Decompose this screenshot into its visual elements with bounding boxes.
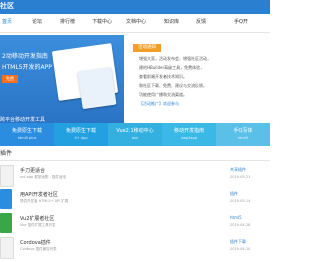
- tile-title: 免费原生下载: [65, 128, 96, 134]
- list-item[interactable]: Vu2扩展者社区 Vue 插件扩展工具开发 html5 2019-04-28: [0, 211, 270, 235]
- list-item[interactable]: 用API开发者社区 提供开发者 HTML5+ API 扩展 插件 2019-05…: [0, 187, 270, 211]
- logo-text: 社区: [0, 2, 14, 10]
- tile-sub: html5 plus: [17, 136, 37, 140]
- tile-sub: mui: [131, 136, 139, 140]
- item-link[interactable]: 插件下载: [230, 239, 246, 245]
- promo-line-6[interactable]: 【活动推广】欢迎参与: [139, 101, 179, 107]
- item-sub: Cordova 插件兼容列表: [20, 247, 57, 251]
- item-sub: uni-app 框架适配 - 插件适用: [20, 175, 66, 179]
- item-date: 2019-05-21: [230, 175, 251, 179]
- promo-panel: 活动通知 增强大家，活动发布会，增强社区活动， 建的HBuilder高级工具，免…: [126, 44, 270, 128]
- device-illustration-2: [77, 66, 117, 110]
- banner-footer: 跨平台移动开发工具: [0, 117, 46, 123]
- promo-line-1: 增强大家，活动发布会，增强社区活动，: [139, 56, 211, 61]
- tile-2[interactable]: 免费原生下载 5+ App: [54, 123, 108, 146]
- main-nav: 首页 论坛 排行榜 下载中心 文档中心 知识库 反馈 手Q开: [0, 14, 270, 33]
- nav-knowledge[interactable]: 知识库: [164, 18, 179, 25]
- nav-home[interactable]: 首页: [2, 18, 12, 25]
- tile-4[interactable]: 移动开发指南 wap2app: [162, 123, 216, 146]
- nav-forum[interactable]: 论坛: [32, 18, 42, 25]
- tile-title: 免费原生下载: [11, 128, 42, 134]
- item-sub: 提供开发者 HTML5+ API 扩展: [20, 199, 69, 203]
- banner-chip: 免费: [2, 75, 18, 83]
- section-divider: [0, 160, 270, 161]
- item-date: 2019-04-28: [230, 223, 251, 227]
- tile-title: 手Q写体: [233, 128, 253, 134]
- logo[interactable]: 社区: [0, 1, 14, 11]
- promo-line-5: 功能使用广播和交流渠道。: [139, 92, 187, 97]
- tile-sub: 5+ App: [74, 136, 88, 140]
- nav-feedback[interactable]: 反馈: [196, 18, 206, 25]
- item-date: 2019-04-10: [230, 247, 251, 251]
- nav-more[interactable]: 手Q开: [234, 18, 248, 25]
- tile-5[interactable]: 手Q写体 html5: [216, 123, 270, 146]
- tile-sub: html5: [237, 136, 249, 140]
- item-title[interactable]: Cordova插件: [20, 239, 51, 246]
- list-item[interactable]: Cordova插件 Cordova 插件兼容列表 插件下载 2019-04-10: [0, 235, 270, 259]
- plugin-thumb-icon: [0, 165, 14, 187]
- section-title: 插件: [0, 150, 13, 157]
- item-title[interactable]: 手刀更适合: [20, 167, 45, 174]
- item-sub: Vue 插件扩展工具开发: [20, 223, 56, 227]
- banner-line1: 2动移动开发指南: [2, 53, 48, 60]
- promo-badge: 活动通知: [133, 44, 161, 52]
- tile-1[interactable]: 免费原生下载 html5 plus: [0, 123, 54, 146]
- plugin-thumb-icon: [0, 213, 12, 233]
- tile-3[interactable]: Vue2.1移动中心 mui: [108, 123, 162, 146]
- item-date: 2019-05-14: [230, 199, 251, 203]
- tile-title: 移动开发指南: [173, 128, 204, 134]
- promo-line-3: 查看前端开发者技术知识。: [139, 74, 187, 79]
- item-link[interactable]: 共享插件: [230, 167, 246, 173]
- hero-banner[interactable]: 2动移动开发指南 HTML5开发的APP 免费 跨平台移动开发工具: [0, 35, 124, 126]
- list-item[interactable]: 手刀更适合 uni-app 框架适配 - 插件适用 共享插件 2019-05-2…: [0, 163, 270, 187]
- banner-line2: HTML5开发的APP: [2, 64, 52, 71]
- tile-sub: wap2app: [180, 136, 198, 140]
- item-link[interactable]: 插件: [230, 191, 238, 197]
- feature-tiles: 免费原生下载 html5 plus 免费原生下载 5+ App Vue2.1移动…: [0, 123, 270, 146]
- promo-line-4: 和社区下载、免费、建议与交流反馈，: [139, 83, 207, 88]
- plugin-thumb-icon: [0, 189, 12, 209]
- nav-download[interactable]: 下载中心: [92, 18, 112, 25]
- item-link[interactable]: html5: [230, 215, 242, 220]
- promo-line-2: 建的HBuilder高级工具，免费体验，: [139, 65, 205, 70]
- item-title[interactable]: Vu2扩展者社区: [20, 215, 54, 222]
- plugin-thumb-icon: [0, 237, 14, 259]
- tile-title: Vue2.1移动中心: [116, 128, 154, 134]
- nav-docs[interactable]: 文档中心: [126, 18, 146, 25]
- nav-ranking[interactable]: 排行榜: [60, 18, 75, 25]
- item-title[interactable]: 用API开发者社区: [20, 191, 58, 198]
